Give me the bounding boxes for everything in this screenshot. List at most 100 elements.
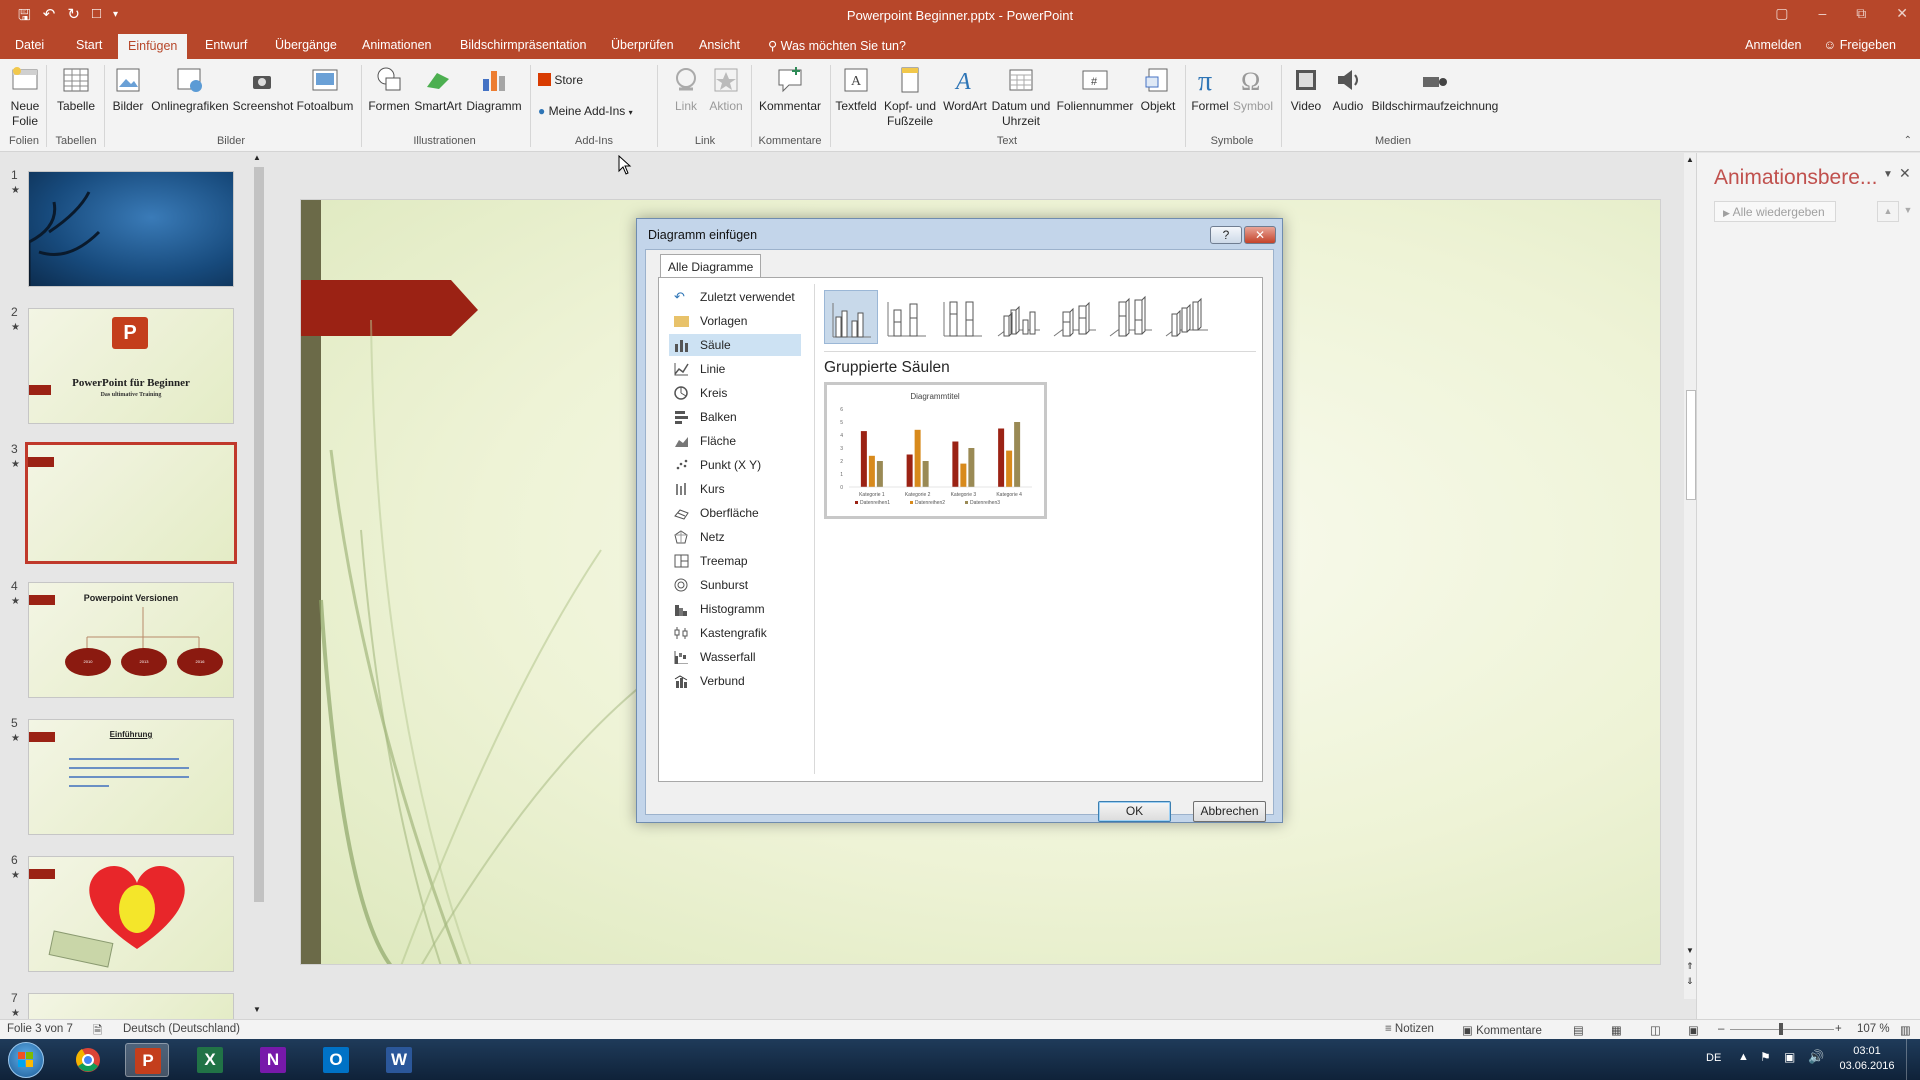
- screenshot-button[interactable]: Screenshot: [232, 65, 294, 114]
- table-button[interactable]: Tabelle: [55, 65, 97, 114]
- tab-ansicht[interactable]: Ansicht: [699, 38, 740, 52]
- slide-thumbnail-5[interactable]: Einführung: [28, 719, 234, 835]
- category-combo[interactable]: Verbund: [669, 670, 801, 692]
- start-button[interactable]: [8, 1042, 44, 1078]
- zoom-in-icon[interactable]: +: [1835, 1023, 1842, 1035]
- photo-album-button[interactable]: Fotoalbum: [296, 65, 354, 114]
- zoom-level[interactable]: 107 %: [1857, 1023, 1890, 1035]
- chart-preview[interactable]: Diagrammtitel 0 1 2 3 4 5 6 Kategorie 1 Kategor…: [824, 382, 1047, 519]
- object-button[interactable]: Objekt: [1136, 65, 1180, 114]
- category-bar[interactable]: Balken: [669, 406, 801, 428]
- signin-link[interactable]: Anmelden: [1745, 38, 1801, 52]
- slide-thumbnail-3[interactable]: [25, 442, 237, 564]
- screen-recording-button[interactable]: Bildschirmaufzeichnung: [1370, 65, 1500, 114]
- subtype-3d-stacked-column[interactable]: [1048, 290, 1102, 344]
- video-button[interactable]: Video: [1286, 65, 1326, 114]
- category-recent[interactable]: ↶ Zuletzt verwendet: [669, 286, 801, 308]
- my-addins-button[interactable]: ● Meine Add-Ins ▾: [538, 104, 648, 120]
- show-hidden-icons-icon[interactable]: ▲: [1738, 1051, 1749, 1063]
- action-button[interactable]: Aktion: [706, 65, 746, 114]
- slide-thumbnail-2[interactable]: P PowerPoint für Beginner Das ultimative…: [28, 308, 234, 424]
- new-slide-button[interactable]: Neue Folie: [8, 65, 42, 129]
- previous-slide-icon[interactable]: ⇑: [1686, 961, 1694, 972]
- slide-number-button[interactable]: # Foliennummer: [1054, 65, 1136, 114]
- category-line[interactable]: Linie: [669, 358, 801, 380]
- subtype-3d-clustered-column[interactable]: [992, 290, 1046, 344]
- subtype-3d-column[interactable]: [1160, 290, 1214, 344]
- thumbnails-scroll-thumb[interactable]: [254, 167, 264, 902]
- category-column[interactable]: Säule: [669, 334, 801, 356]
- tell-me-search[interactable]: ⚲ Was möchten Sie tun?: [768, 38, 906, 53]
- equation-button[interactable]: π Formel: [1188, 65, 1232, 114]
- clock[interactable]: 03:01 03.06.2016: [1834, 1044, 1900, 1074]
- taskbar-excel[interactable]: X: [188, 1043, 232, 1077]
- slide-thumbnail-4[interactable]: Powerpoint Versionen 2010 2013 2016: [28, 582, 234, 698]
- network-icon[interactable]: ▣: [1784, 1050, 1795, 1064]
- taskbar-powerpoint[interactable]: P: [125, 1043, 169, 1077]
- notes-button[interactable]: ≡ Notizen: [1385, 1023, 1434, 1035]
- fit-to-window-icon[interactable]: ▥: [1900, 1023, 1911, 1037]
- help-button[interactable]: ?: [1210, 226, 1242, 244]
- taskbar-onenote[interactable]: N: [251, 1043, 295, 1077]
- shapes-button[interactable]: Formen: [366, 65, 412, 114]
- audio-button[interactable]: Audio: [1328, 65, 1368, 114]
- close-window-button[interactable]: ✕: [1896, 5, 1908, 22]
- category-radar[interactable]: Netz: [669, 526, 801, 548]
- tab-bildschirmpraesentation[interactable]: Bildschirmpräsentation: [460, 38, 586, 52]
- store-button[interactable]: Store: [538, 73, 618, 88]
- minimize-button[interactable]: –: [1818, 5, 1826, 22]
- tab-datei[interactable]: Datei: [15, 38, 44, 52]
- category-sunburst[interactable]: Sunburst: [669, 574, 801, 596]
- date-time-button[interactable]: Datum und Uhrzeit: [988, 65, 1054, 129]
- category-scatter[interactable]: Punkt (X Y): [669, 454, 801, 476]
- subtype-3d-100-stacked-column[interactable]: [1104, 290, 1158, 344]
- scroll-up-icon[interactable]: ▲: [1686, 155, 1694, 164]
- tab-start[interactable]: Start: [76, 38, 102, 52]
- pane-options-icon[interactable]: ▼: [1883, 169, 1893, 180]
- play-all-button[interactable]: ▶ Alle wiedergeben: [1714, 201, 1836, 222]
- tab-einfuegen[interactable]: Einfügen: [118, 34, 188, 59]
- subtype-100-stacked-column[interactable]: [936, 290, 990, 344]
- category-waterfall[interactable]: Wasserfall: [669, 646, 801, 668]
- zoom-slider-thumb[interactable]: [1779, 1023, 1783, 1035]
- pictures-button[interactable]: Bilder: [108, 65, 148, 114]
- scroll-up-icon[interactable]: ▲: [253, 153, 261, 162]
- next-slide-icon[interactable]: ⇓: [1686, 976, 1694, 987]
- taskbar-chrome[interactable]: [66, 1043, 110, 1077]
- language-indicator[interactable]: Deutsch (Deutschland): [123, 1023, 240, 1035]
- move-up-icon[interactable]: ▲: [1877, 201, 1899, 222]
- cancel-button[interactable]: Abbrechen: [1193, 801, 1266, 822]
- move-down-icon[interactable]: ▼: [1901, 201, 1915, 222]
- ribbon-display-options-icon[interactable]: ▢: [1775, 5, 1788, 22]
- category-surface[interactable]: Oberfläche: [669, 502, 801, 524]
- slideshow-view-icon[interactable]: ▣: [1688, 1023, 1699, 1037]
- header-footer-button[interactable]: Kopf- und Fußzeile: [880, 65, 940, 129]
- category-histogram[interactable]: Histogramm: [669, 598, 801, 620]
- action-center-flag-icon[interactable]: ⚑: [1760, 1050, 1771, 1064]
- comment-button[interactable]: Kommentar: [756, 65, 824, 114]
- taskbar-word[interactable]: W: [377, 1043, 421, 1077]
- wordart-button[interactable]: A WordArt: [940, 65, 990, 114]
- dialog-close-button[interactable]: ✕: [1244, 226, 1276, 244]
- slide-scroll-thumb[interactable]: [1686, 390, 1696, 500]
- category-area[interactable]: Fläche: [669, 430, 801, 452]
- zoom-out-icon[interactable]: –: [1718, 1023, 1724, 1035]
- normal-view-icon[interactable]: ▤: [1573, 1023, 1584, 1037]
- restore-button[interactable]: ⧉: [1856, 5, 1866, 22]
- subtype-clustered-column[interactable]: [824, 290, 878, 344]
- scroll-down-icon[interactable]: ▼: [253, 1005, 261, 1014]
- subtype-stacked-column[interactable]: [880, 290, 934, 344]
- tab-animationen[interactable]: Animationen: [362, 38, 432, 52]
- slide-thumbnail-7[interactable]: [28, 993, 234, 1019]
- tab-entwurf[interactable]: Entwurf: [205, 38, 247, 52]
- tab-all-charts[interactable]: Alle Diagramme: [660, 254, 762, 279]
- link-button[interactable]: Link: [664, 65, 708, 114]
- ok-button[interactable]: OK: [1098, 801, 1171, 822]
- online-pictures-button[interactable]: Onlinegrafiken: [150, 65, 230, 114]
- category-box-whisker[interactable]: Kastengrafik: [669, 622, 801, 644]
- textbox-button[interactable]: A Textfeld: [834, 65, 878, 114]
- category-pie[interactable]: Kreis: [669, 382, 801, 404]
- category-treemap[interactable]: Treemap: [669, 550, 801, 572]
- volume-icon[interactable]: 🔊: [1808, 1049, 1824, 1065]
- smartart-button[interactable]: SmartArt: [413, 65, 463, 114]
